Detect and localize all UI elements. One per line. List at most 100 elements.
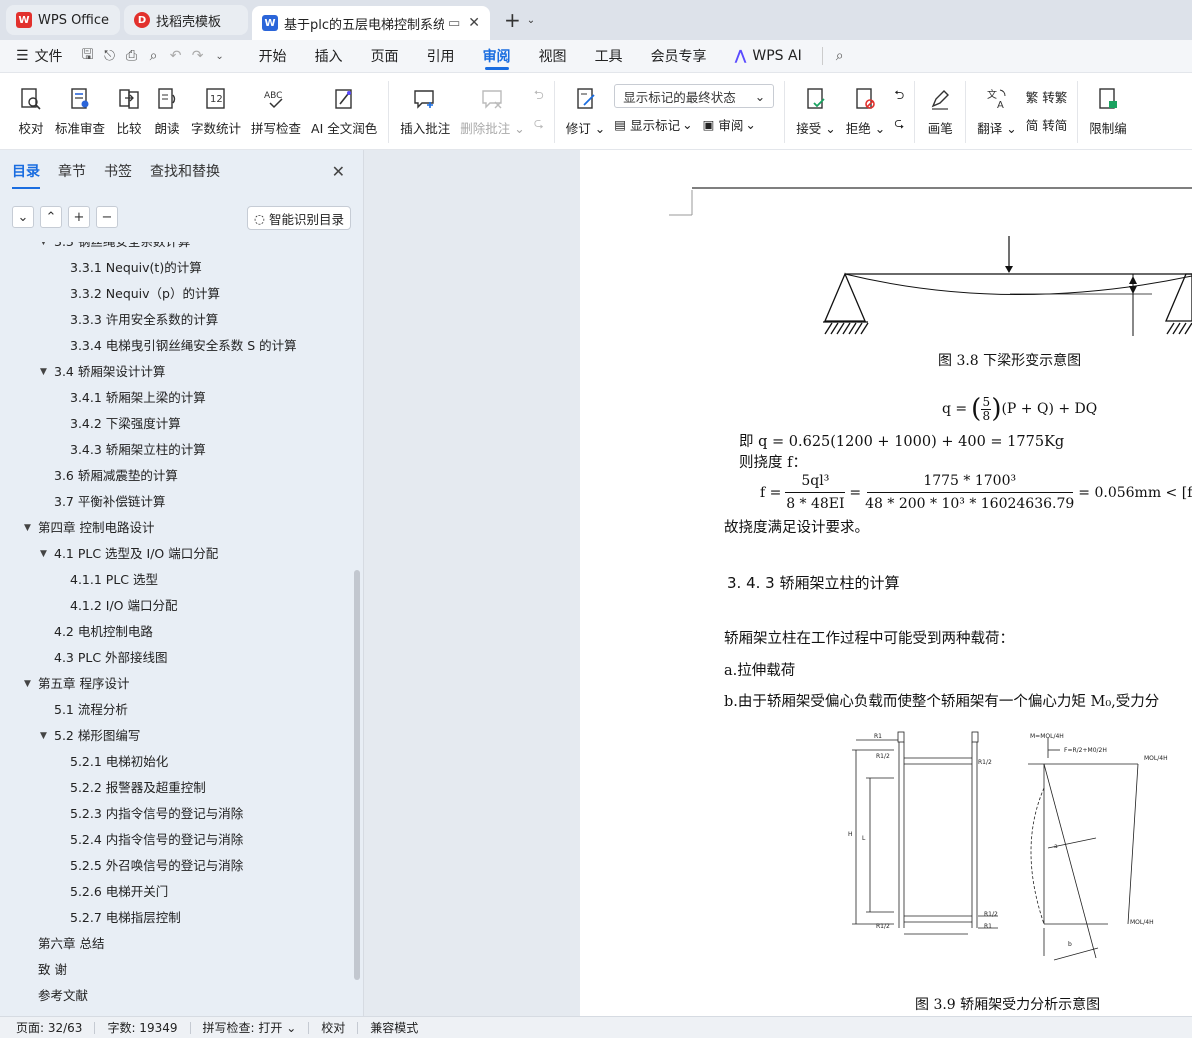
print-preview-icon[interactable]: ⌕ [143, 45, 165, 67]
tab-list-chevron-icon[interactable]: ⌄ [527, 15, 535, 26]
proof-button[interactable]: 校对 [17, 73, 45, 149]
close-pane-icon[interactable]: ✕ [332, 162, 345, 181]
toc-item[interactable]: 4.1.2 I/O 端口分配 [0, 593, 352, 619]
toc-item[interactable]: 参考文献 [0, 983, 352, 1009]
previous-comment-icon[interactable]: ⮌ [534, 85, 544, 107]
delete-comment-button[interactable]: 删除批注 ⌄ [460, 73, 525, 149]
search-icon[interactable]: ⌕ [829, 45, 851, 67]
tab-toc[interactable]: 目录 [12, 161, 40, 189]
tab-sections[interactable]: 章节 [58, 161, 86, 181]
toc-item[interactable]: 4.1.1 PLC 选型 [0, 567, 352, 593]
toc-item[interactable]: 第六章 总结 [0, 931, 352, 957]
toc-item[interactable]: 3.3.1 Nequiv(t)的计算 [0, 255, 352, 281]
previous-change-icon[interactable]: ⮌ [894, 85, 904, 107]
toc-item[interactable]: ▼ 4.1 PLC 选型及 I/O 端口分配 [0, 541, 352, 567]
toc-item[interactable]: 3.4.1 轿厢架上梁的计算 [0, 385, 352, 411]
toc-item[interactable]: 4.2 电机控制电路 [0, 619, 352, 645]
tab-wps-office[interactable]: W WPS Office [6, 5, 120, 35]
print-icon[interactable]: ⎙ [121, 45, 143, 67]
insert-comment-button[interactable]: 插入批注 [400, 73, 450, 149]
toc-item[interactable]: 4.3 PLC 外部接线图 [0, 645, 352, 671]
toc-item[interactable]: 3.3.4 电梯曳引钢丝绳安全系数 S 的计算 [0, 333, 352, 359]
expand-down-icon[interactable]: ⌄ [12, 206, 34, 228]
add-heading-icon[interactable]: + [68, 206, 90, 228]
toc-item[interactable]: 3.6 轿厢减震垫的计算 [0, 463, 352, 489]
collapse-caret-icon[interactable]: ▼ [24, 671, 31, 697]
menu-insert[interactable]: 插入 [301, 40, 357, 72]
toc-item[interactable]: 致 谢 [0, 957, 352, 983]
toc-item[interactable]: 5.2.3 内指令信号的登记与消除 [0, 801, 352, 827]
toc-item[interactable]: ▼ 5.2 梯形图编写 [0, 723, 352, 749]
ai-polish-button[interactable]: AI 全文润色 [311, 73, 377, 149]
menu-reference[interactable]: 引用 [413, 40, 469, 72]
redo-icon[interactable]: ↷ [187, 45, 209, 67]
collapse-caret-icon[interactable]: ▼ [24, 515, 31, 541]
toc-item[interactable]: 3.7 平衡补偿链计算 [0, 489, 352, 515]
collapse-caret-icon[interactable]: ▼ [40, 242, 47, 255]
to-traditional-button[interactable]: 繁转繁 [1026, 85, 1068, 107]
tab-bookmarks[interactable]: 书签 [104, 161, 132, 181]
page-indicator[interactable]: 页面: 32/63 [10, 1019, 88, 1036]
next-comment-icon[interactable]: ⮎ [534, 113, 544, 135]
tab-find-replace[interactable]: 查找和替换 [150, 161, 220, 181]
remove-heading-icon[interactable]: − [96, 206, 118, 228]
markup-mode-select[interactable]: 显示标记的最终状态 ⌄ [614, 84, 775, 108]
toc-item[interactable]: 3.4.3 轿厢架立柱的计算 [0, 437, 352, 463]
wps-ai-menu[interactable]: ⋀ WPS AI [721, 40, 816, 72]
undo-icon[interactable]: ↶ [165, 45, 187, 67]
toc-item[interactable]: 5.1 流程分析 [0, 697, 352, 723]
toc-item[interactable]: ▼ 第五章 程序设计 [0, 671, 352, 697]
collapse-up-icon[interactable]: ⌃ [40, 206, 62, 228]
accept-button[interactable]: 接受 ⌄ [796, 73, 836, 149]
file-menu[interactable]: ☰ 文件 [0, 40, 77, 72]
menu-view[interactable]: 视图 [525, 40, 581, 72]
standard-review-button[interactable]: 标准审查 [55, 73, 105, 149]
toc-item[interactable]: 5.2.5 外召唤信号的登记与消除 [0, 853, 352, 879]
toc-item[interactable]: ▼ 3.3 钢丝绳安全系数计算 [0, 242, 352, 255]
tab-current-document[interactable]: W 基于plc的五层电梯控制系统设 ▭ ✕ [252, 6, 490, 40]
smart-toc-button[interactable]: ◌ 智能识别目录 [247, 206, 351, 230]
monitor-icon[interactable]: ▭ [448, 16, 460, 31]
review-pane-button[interactable]: 审阅 [718, 115, 743, 134]
compare-button[interactable]: 比较 [115, 73, 143, 149]
collapse-caret-icon[interactable]: ▼ [40, 541, 47, 567]
menu-start[interactable]: 开始 [245, 40, 301, 72]
menu-review[interactable]: 审阅 [469, 40, 525, 72]
collapse-caret-icon[interactable]: ▼ [40, 723, 47, 749]
toc-item[interactable]: ▼ 第四章 控制电路设计 [0, 515, 352, 541]
spell-check-button[interactable]: ABC 拼写检查 [251, 73, 301, 149]
save-icon[interactable]: 🖫 [77, 45, 99, 67]
quick-access-chevron-icon[interactable]: ⌄ [209, 45, 231, 67]
word-count-indicator[interactable]: 字数: 19349 [101, 1019, 183, 1036]
restrict-edit-button[interactable]: 限制编 [1089, 73, 1127, 149]
spell-check-indicator[interactable]: 拼写检查: 打开 ⌄ [197, 1019, 303, 1036]
to-simplified-button[interactable]: 简转简 [1026, 113, 1068, 135]
toc-item[interactable]: 5.2.6 电梯开关门 [0, 879, 352, 905]
show-markup-button[interactable]: 显示标记 [630, 115, 680, 134]
export-icon[interactable]: ⎋ [99, 45, 121, 67]
toc-scrollbar[interactable] [354, 570, 360, 980]
toc-item[interactable]: 3.4.2 下梁强度计算 [0, 411, 352, 437]
track-changes-button[interactable]: 修订 ⌄ [566, 73, 605, 149]
proof-indicator[interactable]: 校对 [315, 1019, 351, 1036]
word-count-button[interactable]: 12 字数统计 [191, 73, 241, 149]
next-change-icon[interactable]: ⮎ [894, 113, 904, 135]
toc-item[interactable]: 5.2.1 电梯初始化 [0, 749, 352, 775]
translate-button[interactable]: 文A 翻译 ⌄ [977, 73, 1016, 149]
new-tab-plus-icon[interactable]: + [504, 8, 521, 32]
close-tab-icon[interactable]: ✕ [468, 15, 480, 31]
toc-item[interactable]: 5.2.4 内指令信号的登记与消除 [0, 827, 352, 853]
toc-item[interactable]: 5.2.2 报警器及超重控制 [0, 775, 352, 801]
menu-tools[interactable]: 工具 [581, 40, 637, 72]
menu-page[interactable]: 页面 [357, 40, 413, 72]
tab-docer-templates[interactable]: D 找稻壳模板 [124, 5, 248, 35]
toc-item[interactable]: 3.3.2 Nequiv（p）的计算 [0, 281, 352, 307]
pen-button[interactable]: 画笔 [926, 73, 954, 149]
read-aloud-button[interactable]: 朗读 [153, 73, 181, 149]
toc-item[interactable]: ▼ 3.4 轿厢架设计计算 [0, 359, 352, 385]
menu-member[interactable]: 会员专享 [637, 40, 721, 72]
toc-item[interactable]: 3.3.3 许用安全系数的计算 [0, 307, 352, 333]
reject-button[interactable]: 拒绝 ⌄ [846, 73, 885, 149]
toc-item[interactable]: 5.2.7 电梯指层控制 [0, 905, 352, 931]
collapse-caret-icon[interactable]: ▼ [40, 359, 47, 385]
